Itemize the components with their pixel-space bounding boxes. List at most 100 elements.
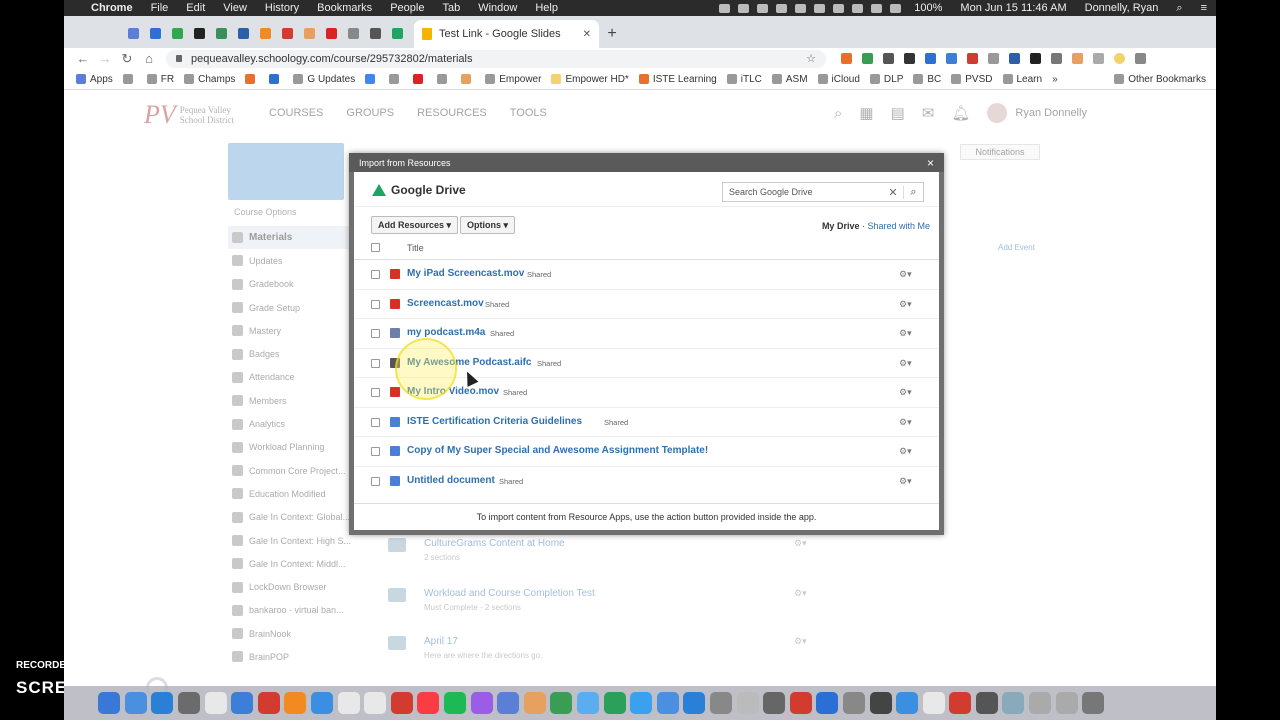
dock-app-icon[interactable]: [763, 692, 786, 714]
course-nav-item[interactable]: Workload Planning: [228, 436, 352, 459]
pinned-tab[interactable]: [298, 18, 320, 48]
bookmark-apps[interactable]: Apps: [76, 74, 113, 85]
dock-app-icon[interactable]: [311, 692, 334, 714]
extension-icon[interactable]: [988, 53, 999, 64]
file-checkbox[interactable]: [371, 358, 380, 368]
course-nav-item[interactable]: Gradebook: [228, 273, 352, 296]
back-icon[interactable]: ←: [72, 51, 94, 66]
dock-app-icon[interactable]: [1082, 692, 1105, 714]
bookmark-item[interactable]: [437, 74, 451, 84]
bookmark-item[interactable]: [365, 74, 379, 84]
dock-app-icon[interactable]: [869, 692, 892, 714]
pinned-tab[interactable]: [210, 18, 232, 48]
shared-with-me-link[interactable]: Shared with Me: [867, 221, 930, 231]
pinned-tab[interactable]: [144, 18, 166, 48]
course-nav-item[interactable]: Materials: [228, 226, 352, 250]
dock-app-icon[interactable]: [576, 692, 599, 714]
file-row[interactable]: ISTE Certification Criteria Guidelines Sh…: [354, 408, 939, 437]
status-icon[interactable]: [738, 3, 750, 13]
bookmark-star-icon[interactable]: ☆: [806, 52, 816, 65]
calendar-icon[interactable]: ▤: [891, 104, 905, 122]
file-checkbox[interactable]: [371, 447, 380, 456]
file-row[interactable]: My iPad Screencast.mov Shared ⚙▾: [354, 260, 939, 290]
course-nav-item[interactable]: Attendance: [228, 366, 352, 389]
course-nav-item[interactable]: Gale In Context: Global...: [228, 506, 352, 529]
airplay-icon[interactable]: [852, 3, 864, 13]
notifications-bell-icon[interactable]: 🔔︎: [951, 104, 970, 122]
course-nav-item[interactable]: LockDown Browser: [228, 575, 352, 598]
other-bookmarks[interactable]: Other Bookmarks: [1114, 74, 1206, 85]
pinned-tab[interactable]: [320, 18, 342, 48]
dock-app-icon[interactable]: [124, 692, 147, 714]
dock-app-icon[interactable]: [151, 692, 174, 714]
gear-icon[interactable]: ⚙▾: [899, 269, 912, 280]
dock-app-icon[interactable]: [896, 692, 919, 714]
pinned-tab[interactable]: [364, 18, 386, 48]
bookmark-item[interactable]: FR: [146, 74, 174, 85]
pinned-tab[interactable]: [166, 18, 188, 48]
status-icon[interactable]: [719, 3, 731, 13]
dock-app-icon[interactable]: [178, 692, 201, 714]
notifications-button[interactable]: Notifications: [960, 144, 1040, 160]
bookmark-item[interactable]: [413, 74, 427, 84]
drive-search[interactable]: Search Google Drive ✕ ⌕: [722, 182, 924, 202]
dock-app-icon[interactable]: [284, 692, 307, 714]
course-nav-item[interactable]: Badges: [228, 342, 352, 365]
extension-icon[interactable]: [1009, 53, 1020, 64]
course-nav-item[interactable]: Gale In Context: High S...: [228, 529, 352, 552]
battery-percent[interactable]: 100%: [905, 2, 951, 14]
options-button[interactable]: Options ▾: [460, 216, 516, 234]
add-event-link[interactable]: Add Event: [998, 243, 1035, 252]
gear-icon[interactable]: ⚙▾: [899, 446, 912, 457]
bookmarks-overflow[interactable]: »: [1052, 74, 1058, 85]
dock-app-icon[interactable]: [816, 692, 839, 714]
dock-app-icon[interactable]: [550, 692, 573, 714]
bookmark-item[interactable]: [245, 74, 259, 84]
dock-app-icon[interactable]: [204, 692, 227, 714]
dock-app-icon[interactable]: [444, 692, 467, 714]
dock-app-icon[interactable]: [949, 692, 972, 714]
pinned-tab[interactable]: [188, 18, 210, 48]
bookmark-item[interactable]: Champs: [184, 74, 235, 85]
pinned-tab[interactable]: [254, 18, 276, 48]
mail-icon[interactable]: [776, 3, 788, 13]
gear-icon[interactable]: ⚙▾: [899, 358, 912, 369]
bookmark-folder[interactable]: Learn: [1002, 74, 1042, 85]
profile-avatar[interactable]: [1114, 53, 1125, 64]
dock-app-icon[interactable]: [1002, 692, 1025, 714]
dock-app-icon[interactable]: [390, 692, 413, 714]
extension-icon[interactable]: [1051, 53, 1062, 64]
material-title[interactable]: Workload and Course Completion Test: [424, 588, 595, 599]
pinned-tab[interactable]: [276, 18, 298, 48]
home-icon[interactable]: ⌂: [138, 51, 160, 66]
menu-help[interactable]: Help: [526, 2, 567, 14]
course-nav-item[interactable]: Grade Setup: [228, 296, 352, 319]
spotlight-icon[interactable]: ⌕: [1167, 2, 1191, 15]
wifi-icon[interactable]: [871, 3, 883, 13]
messages-icon[interactable]: ✉: [922, 104, 935, 122]
dock-app-icon[interactable]: [1029, 692, 1052, 714]
address-bar[interactable]: pequeavalley.schoology.com/course/295732…: [166, 49, 826, 68]
pinned-tab[interactable]: [342, 18, 364, 48]
select-all-checkbox[interactable]: [371, 243, 380, 252]
file-checkbox[interactable]: [371, 329, 380, 338]
course-options-link[interactable]: Course Options: [228, 207, 352, 217]
clear-search-icon[interactable]: ✕: [883, 186, 903, 199]
gear-icon[interactable]: ⚙▾: [899, 328, 912, 339]
file-checkbox[interactable]: [371, 417, 380, 427]
gear-icon[interactable]: ⚙▾: [899, 387, 912, 398]
file-checkbox[interactable]: [371, 388, 380, 397]
bookmark-item[interactable]: [461, 74, 475, 84]
dock-app-icon[interactable]: [98, 692, 121, 714]
user-name[interactable]: Ryan Donnelly: [1015, 107, 1087, 119]
file-name-link[interactable]: Copy of My Super Special and Awesome Ass…: [407, 445, 708, 456]
dock-app-icon[interactable]: [1055, 692, 1078, 714]
add-resources-button[interactable]: Add Resources ▾: [371, 216, 459, 234]
pinned-tab[interactable]: [122, 18, 144, 48]
pinned-tab[interactable]: [232, 18, 254, 48]
menu-bookmarks[interactable]: Bookmarks: [308, 2, 381, 14]
course-nav-item[interactable]: Analytics: [228, 412, 352, 435]
status-icon[interactable]: [757, 3, 769, 13]
district-logo[interactable]: PV Pequea Valley School District: [144, 100, 234, 130]
bookmark-item[interactable]: iCloud: [817, 74, 860, 85]
